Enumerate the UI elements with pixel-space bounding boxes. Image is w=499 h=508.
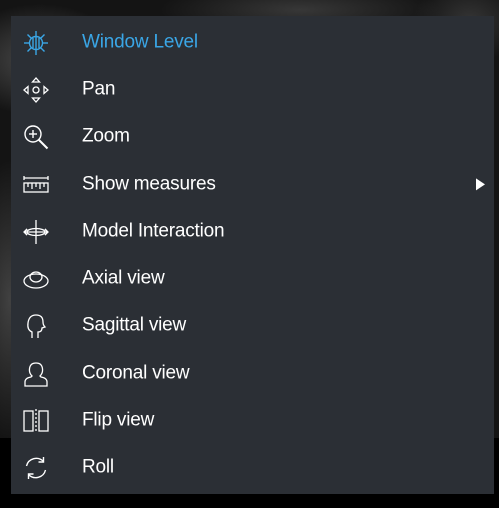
menu-item-show-measures[interactable]: Show measures xyxy=(11,161,494,208)
menu-item-pan[interactable]: Pan xyxy=(11,66,494,113)
menu-item-model-interaction[interactable]: Model Interaction xyxy=(11,208,494,255)
menu-item-flip-view[interactable]: Flip view xyxy=(11,397,494,444)
menu-item-label: Sagittal view xyxy=(82,314,187,336)
menu-item-label: Model Interaction xyxy=(82,220,225,242)
ruler-icon xyxy=(23,172,49,198)
menu-item-label: Show measures xyxy=(82,173,216,195)
coronal-view-icon xyxy=(23,361,49,387)
menu-item-label: Zoom xyxy=(82,125,130,147)
flip-view-icon xyxy=(23,408,49,434)
submenu-arrow-icon xyxy=(476,177,485,190)
axial-view-icon xyxy=(23,266,49,292)
menu-item-window-level[interactable]: Window Level xyxy=(11,19,494,66)
menu-item-label: Window Level xyxy=(82,31,198,53)
menu-item-sagittal-view[interactable]: Sagittal view xyxy=(11,303,494,350)
menu-item-label: Axial view xyxy=(82,267,165,289)
menu-item-zoom[interactable]: Zoom xyxy=(11,114,494,161)
menu-item-coronal-view[interactable]: Coronal view xyxy=(11,350,494,397)
context-menu: Window Level Pan Zoom Show measures Mode… xyxy=(11,16,494,494)
menu-item-axial-view[interactable]: Axial view xyxy=(11,255,494,302)
menu-item-label: Flip view xyxy=(82,409,155,431)
zoom-icon xyxy=(23,124,49,150)
model-interaction-icon xyxy=(23,219,49,245)
pan-icon xyxy=(23,76,49,103)
menu-item-roll[interactable]: Roll xyxy=(11,445,494,492)
menu-item-label: Roll xyxy=(82,456,114,478)
menu-item-label: Coronal view xyxy=(82,362,190,384)
window-level-icon xyxy=(23,30,49,56)
sagittal-view-icon xyxy=(23,313,49,339)
menu-item-label: Pan xyxy=(82,78,116,100)
roll-icon xyxy=(23,455,49,481)
